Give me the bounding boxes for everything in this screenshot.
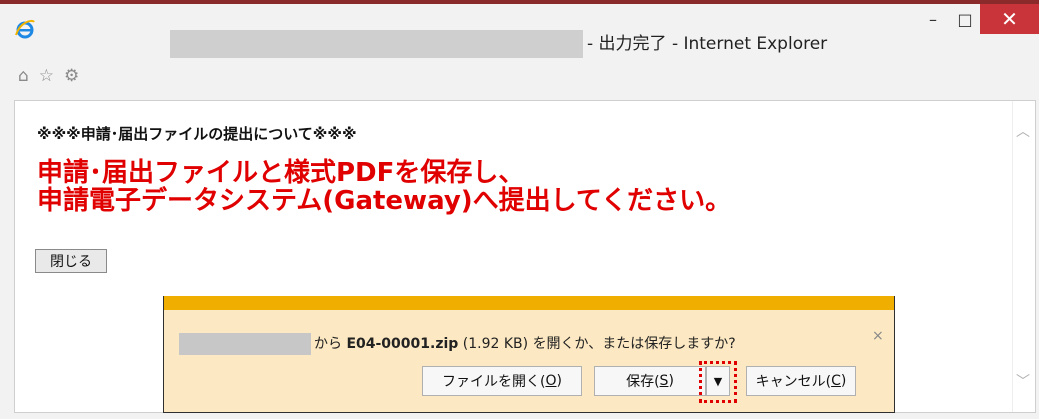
close-icon[interactable]: × — [872, 328, 884, 344]
internet-explorer-icon — [15, 19, 35, 39]
redacted-url — [170, 30, 583, 58]
favorites-bar: ⌂ ☆ ⚙ — [18, 62, 79, 90]
instruction-line-1: 申請･届出ファイルと様式PDFを保存し、 — [37, 158, 525, 188]
save-button[interactable]: 保存(S) — [594, 366, 706, 396]
instruction-message: 申請･届出ファイルと様式PDFを保存し、 申請電子データシステム(Gateway… — [37, 159, 731, 215]
close-window-button[interactable]: ✕ — [980, 4, 1039, 34]
redacted-source — [179, 333, 311, 355]
download-prompt: から E04-00001.zip (1.92 KB) を開くか、または保存します… — [314, 333, 736, 355]
home-icon[interactable]: ⌂ — [18, 66, 29, 86]
page-heading: ※※※申請･届出ファイルの提出について※※※ — [37, 125, 357, 143]
dropdown-highlight-marker — [699, 361, 737, 403]
notification-accent — [164, 296, 894, 310]
star-icon[interactable]: ☆ — [39, 66, 54, 86]
close-page-button[interactable]: 閉じる — [35, 249, 107, 273]
scroll-down-icon[interactable]: ﹀ — [1016, 371, 1030, 391]
window-title: - 出力完了 - Internet Explorer — [587, 34, 828, 54]
maximize-button[interactable]: □ — [950, 4, 980, 34]
instruction-line-2: 申請電子データシステム(Gateway)へ提出してください。 — [37, 186, 732, 216]
cancel-button[interactable]: キャンセル(C) — [746, 366, 856, 396]
from-text: から — [314, 336, 342, 352]
open-file-button[interactable]: ファイルを開く(O) — [422, 366, 582, 396]
download-filename: E04-00001.zip — [346, 336, 459, 352]
download-notification-bar: から E04-00001.zip (1.92 KB) を開くか、または保存します… — [163, 296, 895, 413]
download-question: を開くか、または保存しますか? — [532, 336, 736, 352]
scroll-up-icon[interactable]: ︿ — [1016, 121, 1030, 141]
vertical-scrollbar[interactable]: ︿ ﹀ — [1012, 101, 1035, 412]
gear-icon[interactable]: ⚙ — [64, 66, 79, 86]
download-size: (1.92 KB) — [462, 336, 529, 352]
title-bar: - 出力完了 - Internet Explorer — [0, 4, 1039, 60]
minimize-button[interactable]: – — [916, 4, 950, 34]
